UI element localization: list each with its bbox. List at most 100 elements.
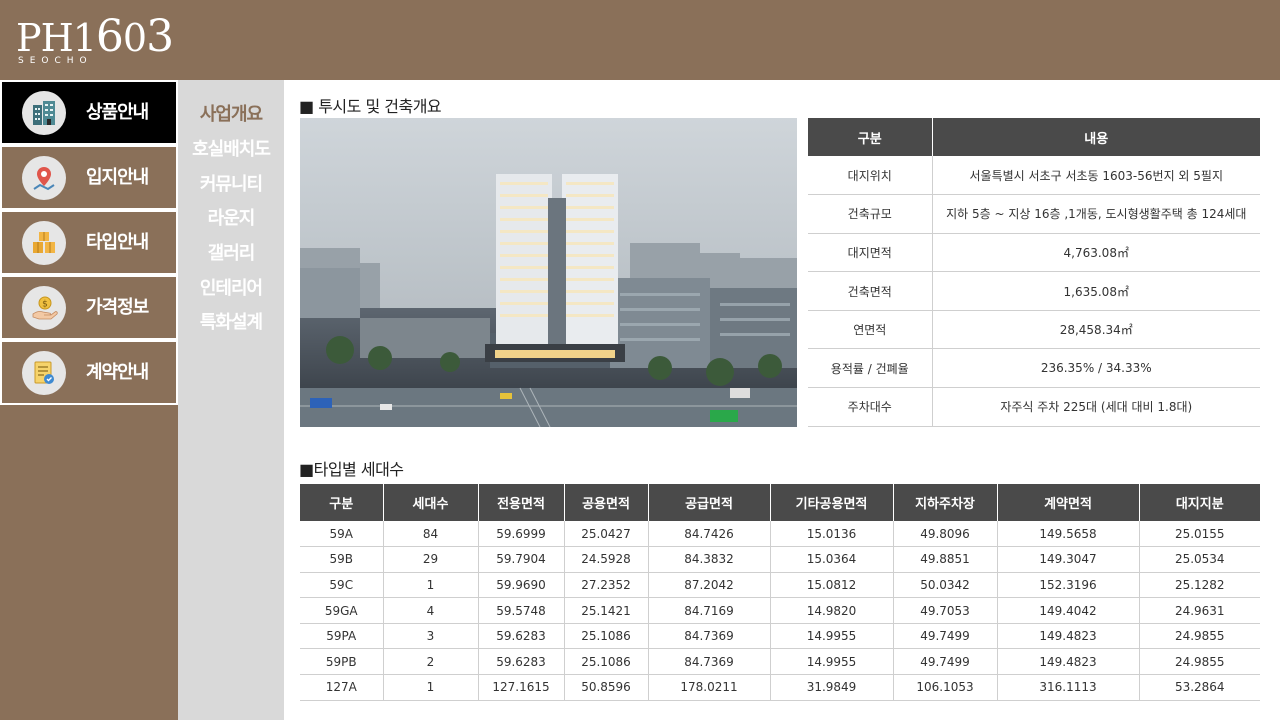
table-cell: 대지면적	[808, 233, 933, 273]
table-cell: 236.35% / 34.33%	[932, 348, 1260, 389]
boxes-icon	[22, 221, 66, 265]
table-header-row: 구분 내용	[808, 118, 1260, 156]
column-header: 전용면적	[478, 484, 565, 521]
column-header: 구분	[808, 118, 933, 156]
nav-item-location[interactable]: 입지안내	[0, 145, 178, 210]
table-cell: 14.9820	[770, 597, 894, 624]
map-pin-icon	[22, 156, 66, 200]
nav-label: 가격정보	[86, 297, 149, 318]
table-cell: 59.6999	[478, 521, 565, 548]
table-cell: 59C	[300, 572, 384, 599]
table-cell: 149.4823	[997, 648, 1140, 676]
table-row: 127A 1 127.1615 50.8596 178.0211 31.9849 106.1…	[300, 674, 1260, 701]
column-header: 구분	[300, 484, 384, 521]
table-cell: 149.4042	[997, 597, 1140, 624]
table-row: 59B 29 59.7904 24.5928 84.3832 15.0364 49.8851…	[300, 546, 1260, 573]
column-header: 계약면적	[997, 484, 1140, 521]
table-cell: 59.9690	[478, 572, 565, 599]
table-cell: 59PA	[300, 623, 384, 650]
nav-item-type[interactable]: 타입안내	[0, 210, 178, 275]
price-hand-icon: $	[22, 286, 66, 330]
sub-nav: 사업개요 호실배치도 커뮤니티 라운지 갤러리 인테리어 특화설계	[178, 80, 284, 720]
table-cell: 49.8851	[893, 546, 998, 573]
table-cell: 127A	[300, 674, 384, 701]
table-cell: 25.0534	[1139, 546, 1260, 573]
subnav-item-overview[interactable]: 사업개요	[178, 100, 284, 126]
table-cell: 25.1421	[564, 597, 649, 624]
table-cell: 84.7369	[648, 623, 771, 650]
table-cell: 1,635.08㎡	[932, 271, 1260, 311]
table-cell: 1	[383, 572, 479, 599]
building-icon	[22, 91, 66, 135]
overview-table: 구분 내용 대지위치 서울특별시 서초구 서초동 1603-56번지 외 5필지 …	[808, 118, 1260, 427]
table-row: 건축규모 지하 5층 ~ 지상 16층 ,1개동, 도시형생활주택 총 124세대	[808, 194, 1260, 234]
svg-text:$: $	[42, 300, 48, 310]
table-cell: 건축면적	[808, 271, 933, 311]
table-row: 59GA 4 59.5748 25.1421 84.7169 14.9820 49.7053…	[300, 597, 1260, 624]
table-row: 연면적 28,458.34㎡	[808, 310, 1260, 350]
nav-label: 타입안내	[86, 232, 149, 253]
content-area: ■ 투시도 및 건축개요 구분 내용 대지위치 서울특별시 서초구 서초동 16…	[284, 80, 1280, 720]
nav-label: 입지안내	[86, 167, 149, 188]
column-header: 세대수	[383, 484, 479, 521]
table-cell: 59B	[300, 546, 384, 573]
table-cell: 53.2864	[1139, 674, 1260, 701]
table-cell: 50.8596	[564, 674, 649, 701]
unit-types-body: 59A 84 59.6999 25.0427 84.7426 15.0136 49.8096…	[300, 521, 1260, 701]
subnav-item-community[interactable]: 커뮤니티	[178, 170, 284, 196]
table-cell: 24.5928	[564, 546, 649, 573]
table-cell: 건축규모	[808, 194, 933, 234]
table-row: 대지위치 서울특별시 서초구 서초동 1603-56번지 외 5필지	[808, 156, 1260, 196]
column-header: 내용	[932, 118, 1260, 156]
table-cell: 178.0211	[648, 674, 771, 701]
table-cell: 25.1086	[564, 648, 649, 676]
nav-item-price[interactable]: $ 가격정보	[0, 275, 178, 340]
table-cell: 24.9855	[1139, 623, 1260, 650]
table-cell: 106.1053	[893, 674, 998, 701]
table-cell: 59A	[300, 521, 384, 548]
table-cell: 149.5658	[997, 521, 1140, 548]
nav-item-contract[interactable]: 계약안내	[0, 340, 178, 405]
table-cell: 2	[383, 648, 479, 676]
building-rendering-image	[300, 118, 797, 427]
table-cell: 25.1086	[564, 623, 649, 650]
nav-label: 계약안내	[86, 362, 149, 383]
subnav-item-lounge[interactable]: 라운지	[178, 204, 284, 230]
logo[interactable]: PH1603 SEOCHO	[16, 10, 176, 70]
table-row: 주차대수 자주식 주차 225대 (세대 대비 1.8대)	[808, 387, 1260, 427]
main-nav: 상품안내 입지안내 타입안내 $ 가격정보 계약안내	[0, 80, 178, 720]
subnav-item-unit-layout[interactable]: 호실배치도	[178, 135, 284, 161]
table-cell: 49.7053	[893, 597, 998, 624]
table-row: 건축면적 1,635.08㎡	[808, 271, 1260, 311]
table-header-row: 구분 세대수 전용면적 공용면적 공급면적 기타공용면적 지하주차장 계약면적 …	[300, 484, 1260, 521]
table-cell: 25.0427	[564, 521, 649, 548]
table-cell: 49.7499	[893, 648, 998, 676]
column-header: 기타공용면적	[770, 484, 894, 521]
table-cell: 4	[383, 597, 479, 624]
nav-item-product[interactable]: 상품안내	[0, 80, 178, 145]
table-cell: 59PB	[300, 648, 384, 676]
subnav-item-special-design[interactable]: 특화설계	[178, 308, 284, 334]
table-cell: 84	[383, 521, 479, 548]
table-cell: 149.3047	[997, 546, 1140, 573]
table-cell: 84.7369	[648, 648, 771, 676]
logo-subtitle: SEOCHO	[18, 56, 93, 66]
table-cell: 대지위치	[808, 156, 933, 196]
table-cell: 24.9631	[1139, 597, 1260, 624]
table-cell: 59.5748	[478, 597, 565, 624]
contract-icon	[22, 351, 66, 395]
table-cell: 127.1615	[478, 674, 565, 701]
table-cell: 59GA	[300, 597, 384, 624]
table-cell: 59.6283	[478, 623, 565, 650]
table-cell: 25.1282	[1139, 572, 1260, 599]
table-cell: 14.9955	[770, 648, 894, 676]
nav-label: 상품안내	[86, 102, 149, 123]
table-cell: 49.7499	[893, 623, 998, 650]
table-cell: 50.0342	[893, 572, 998, 599]
column-header: 공급면적	[648, 484, 771, 521]
subnav-item-gallery[interactable]: 갤러리	[178, 239, 284, 265]
subnav-item-interior[interactable]: 인테리어	[178, 274, 284, 300]
table-row: 59PB 2 59.6283 25.1086 84.7369 14.9955 49.7499…	[300, 648, 1260, 676]
table-cell: 자주식 주차 225대 (세대 대비 1.8대)	[932, 387, 1260, 427]
table-cell: 84.7426	[648, 521, 771, 548]
